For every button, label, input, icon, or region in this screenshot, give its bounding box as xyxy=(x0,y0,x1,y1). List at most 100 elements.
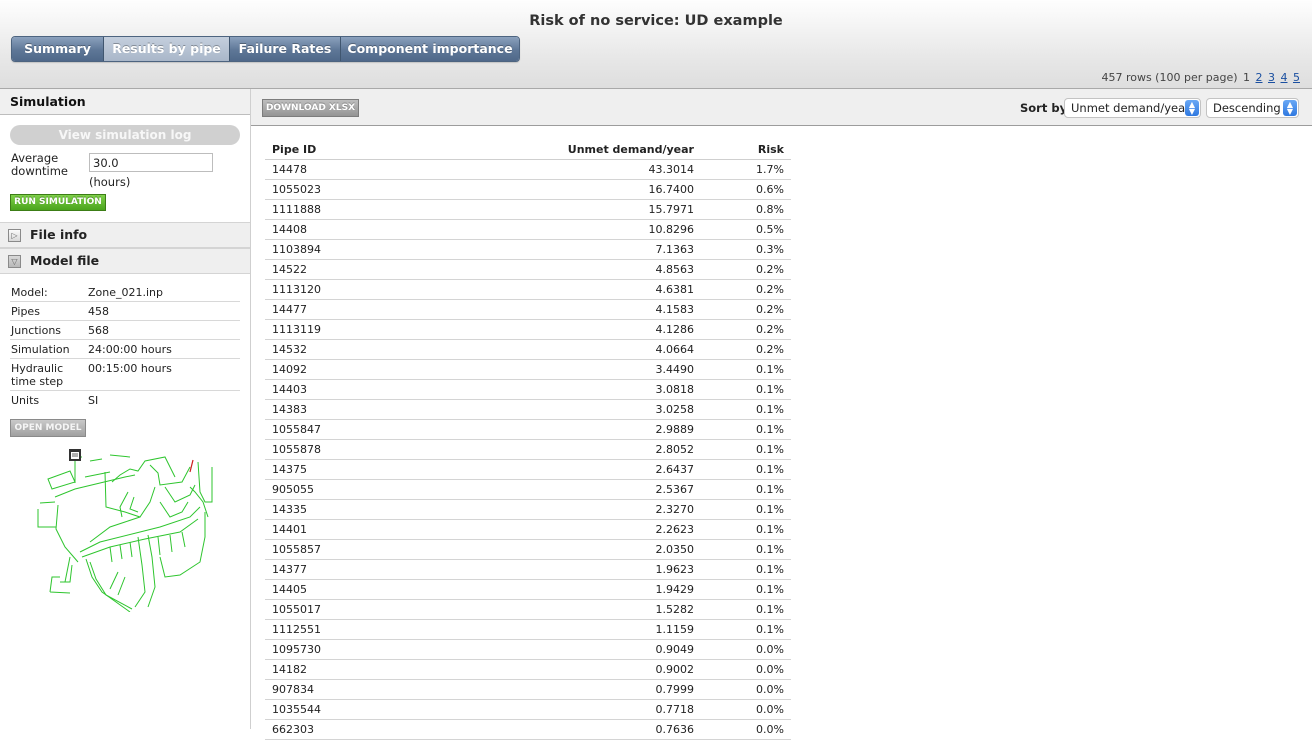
tab-component-importance[interactable]: Component importance xyxy=(341,37,519,61)
unmet-demand-cell: 4.6381 xyxy=(400,279,701,300)
pipe-id-cell: 14477 xyxy=(265,299,401,320)
risk-cell: 0.8% xyxy=(700,199,791,220)
pipe-id-cell: 1055017 xyxy=(265,599,401,620)
info-key: Pipes xyxy=(10,301,87,321)
table-row[interactable]: 14401 2.2623 0.1% xyxy=(265,519,791,540)
table-row[interactable]: 1055847 2.9889 0.1% xyxy=(265,419,791,440)
pipe-id-cell: 14401 xyxy=(265,519,401,540)
column-header-risk[interactable]: Risk xyxy=(700,139,791,160)
unmet-demand-cell: 10.8296 xyxy=(400,219,701,240)
tab-failure-rates[interactable]: Failure Rates xyxy=(230,37,341,61)
table-row[interactable]: 1055023 16.7400 0.6% xyxy=(265,179,791,200)
risk-cell: 0.1% xyxy=(700,479,791,500)
table-row[interactable]: 14403 3.0818 0.1% xyxy=(265,379,791,400)
unmet-demand-cell: 2.8052 xyxy=(400,439,701,460)
table-row[interactable]: 1095730 0.9049 0.0% xyxy=(265,639,791,660)
tab-summary[interactable]: Summary xyxy=(12,37,104,61)
risk-cell: 0.0% xyxy=(700,659,791,680)
pipe-id-cell: 1055023 xyxy=(265,179,401,200)
open-model-button[interactable]: OPEN MODEL xyxy=(10,419,86,437)
main-panel: DOWNLOAD XLSX Sort by Unmet demand/year … xyxy=(251,89,1312,740)
model-info-row: Units SI xyxy=(10,391,240,410)
model-file-section-toggle[interactable]: ▽ Model file xyxy=(0,248,250,274)
sort-by-label: Sort by xyxy=(1020,101,1068,115)
page-link[interactable]: 4 xyxy=(1281,71,1288,84)
table-row[interactable]: 14383 3.0258 0.1% xyxy=(265,399,791,420)
results-table: Pipe ID Unmet demand/year Risk 14478 43.3… xyxy=(265,139,791,740)
table-row[interactable]: 14532 4.0664 0.2% xyxy=(265,339,791,360)
table-row[interactable]: 14375 2.6437 0.1% xyxy=(265,459,791,480)
table-row[interactable]: 14408 10.8296 0.5% xyxy=(265,219,791,240)
file-info-section-toggle[interactable]: ▷ File info xyxy=(0,222,250,248)
unmet-demand-cell: 4.8563 xyxy=(400,259,701,280)
table-row[interactable]: 14092 3.4490 0.1% xyxy=(265,359,791,380)
risk-cell: 0.1% xyxy=(700,519,791,540)
page-link[interactable]: 5 xyxy=(1293,71,1300,84)
risk-cell: 0.2% xyxy=(700,299,791,320)
page-link[interactable]: 3 xyxy=(1268,71,1275,84)
hours-unit-label: (hours) xyxy=(89,175,131,189)
unmet-demand-cell: 2.0350 xyxy=(400,539,701,560)
risk-cell: 0.2% xyxy=(700,259,791,280)
table-row[interactable]: 14405 1.9429 0.1% xyxy=(265,579,791,600)
sort-order-value: Descending xyxy=(1213,101,1281,115)
risk-cell: 0.1% xyxy=(700,379,791,400)
pipe-id-cell: 1111888 xyxy=(265,199,401,220)
risk-cell: 0.1% xyxy=(700,499,791,520)
sort-order-select[interactable]: Descending ▲ ▼ xyxy=(1206,98,1299,118)
table-row[interactable]: 1112551 1.1159 0.1% xyxy=(265,619,791,640)
page-link[interactable]: 2 xyxy=(1256,71,1263,84)
reservoir-icon xyxy=(69,449,81,461)
table-row[interactable]: 14522 4.8563 0.2% xyxy=(265,259,791,280)
model-file-heading: Model file xyxy=(30,253,100,268)
table-row[interactable]: 14182 0.9002 0.0% xyxy=(265,659,791,680)
unmet-demand-cell: 0.9049 xyxy=(400,639,701,660)
table-row[interactable]: 14478 43.3014 1.7% xyxy=(265,159,791,180)
risk-cell: 0.6% xyxy=(700,179,791,200)
sort-field-value: Unmet demand/year xyxy=(1071,101,1190,115)
table-row[interactable]: 14477 4.1583 0.2% xyxy=(265,299,791,320)
table-row[interactable]: 907834 0.7999 0.0% xyxy=(265,679,791,700)
table-row[interactable]: 662303 0.7636 0.0% xyxy=(265,719,791,740)
unmet-demand-cell: 4.0664 xyxy=(400,339,701,360)
network-map[interactable] xyxy=(30,447,220,612)
select-arrows-icon: ▲ ▼ xyxy=(1283,100,1297,116)
table-row[interactable]: 1103894 7.1363 0.3% xyxy=(265,239,791,260)
pipe-id-cell: 14403 xyxy=(265,379,401,400)
average-downtime-label: Average downtime xyxy=(11,151,69,178)
table-row[interactable]: 1113119 4.1286 0.2% xyxy=(265,319,791,340)
run-simulation-button[interactable]: RUN SIMULATION xyxy=(10,194,106,211)
info-value: 568 xyxy=(87,320,240,340)
model-info-row: Model: Zone_021.inp xyxy=(10,283,240,302)
model-info-table: Model: Zone_021.inp Pipes 458 Junctions 568… xyxy=(10,283,240,409)
view-simulation-log-button[interactable]: View simulation log xyxy=(10,125,240,145)
table-row[interactable]: 1111888 15.7971 0.8% xyxy=(265,199,791,220)
info-key: Hydraulic time step xyxy=(10,358,87,391)
table-row[interactable]: 14335 2.3270 0.1% xyxy=(265,499,791,520)
average-downtime-input[interactable] xyxy=(89,153,213,172)
triangle-right-icon: ▷ xyxy=(8,229,21,242)
risk-cell: 0.1% xyxy=(700,419,791,440)
risk-cell: 0.0% xyxy=(700,699,791,720)
tab-results-by-pipe[interactable]: Results by pipe xyxy=(104,37,230,61)
table-row[interactable]: 1035544 0.7718 0.0% xyxy=(265,699,791,720)
table-row[interactable]: 905055 2.5367 0.1% xyxy=(265,479,791,500)
table-row[interactable]: 14377 1.9623 0.1% xyxy=(265,559,791,580)
pipe-id-cell: 1035544 xyxy=(265,699,401,720)
unmet-demand-cell: 1.9623 xyxy=(400,559,701,580)
table-row[interactable]: 1055857 2.0350 0.1% xyxy=(265,539,791,560)
info-value: Zone_021.inp xyxy=(87,283,240,302)
column-header-unmet-demand[interactable]: Unmet demand/year xyxy=(400,139,701,160)
results-header-row: Pipe ID Unmet demand/year Risk xyxy=(265,139,791,160)
sort-field-select[interactable]: Unmet demand/year ▲ ▼ xyxy=(1064,98,1201,118)
pagination: 457 rows (100 per page) 1 2 3 4 5 xyxy=(1101,71,1300,84)
info-key: Simulation xyxy=(10,339,87,359)
column-header-pipe-id[interactable]: Pipe ID xyxy=(265,139,401,160)
pipe-id-cell: 14375 xyxy=(265,459,401,480)
risk-cell: 0.1% xyxy=(700,399,791,420)
risk-cell: 0.3% xyxy=(700,239,791,260)
table-row[interactable]: 1055017 1.5282 0.1% xyxy=(265,599,791,620)
table-row[interactable]: 1055878 2.8052 0.1% xyxy=(265,439,791,460)
download-xlsx-button[interactable]: DOWNLOAD XLSX xyxy=(262,99,359,117)
table-row[interactable]: 1113120 4.6381 0.2% xyxy=(265,279,791,300)
